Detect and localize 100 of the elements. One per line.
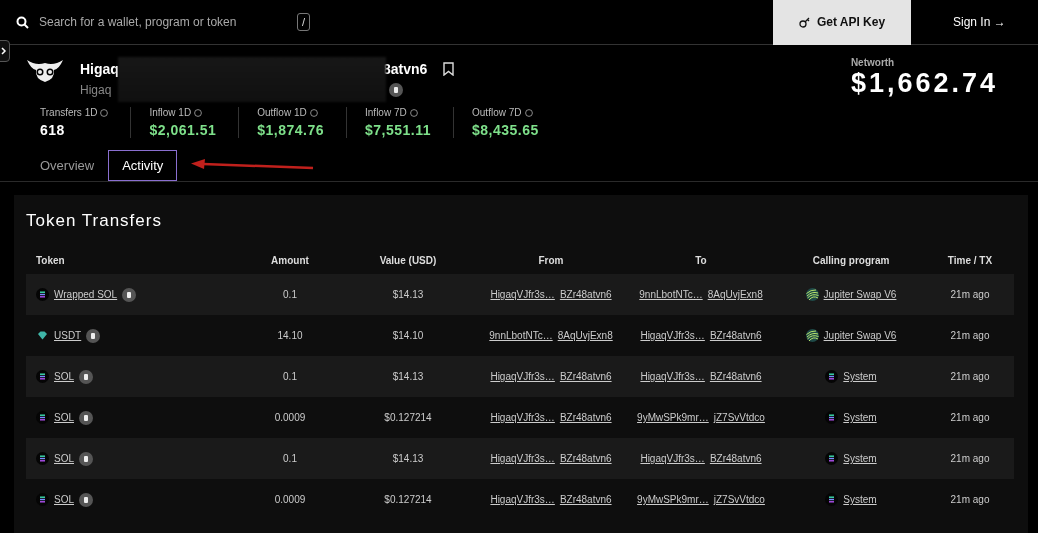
program-link[interactable]: Jupiter Swap V6 [823,289,897,300]
stat-value: 618 [40,122,66,138]
address-link[interactable]: 9yMwSPk9mr… [637,494,709,505]
token-link[interactable]: USDT [54,330,82,341]
address-link[interactable]: BZr48atvn6 [709,371,762,382]
address-link[interactable]: jZ7SvVtdco [713,494,765,505]
address-link[interactable]: 9nnLbotNTc… [639,289,703,300]
sidebar-toggle[interactable] [0,40,10,62]
owl-logo-icon [26,57,64,83]
help-icon[interactable] [409,108,418,117]
help-icon[interactable] [194,108,203,117]
stat-value: $7,551.11 [365,122,432,138]
copy-icon[interactable] [79,492,93,507]
chevron-icon [0,47,7,55]
program-link[interactable]: System [843,412,877,423]
address-link[interactable]: HigaqVJfr3s… [640,330,705,341]
copy-icon[interactable] [79,451,93,466]
key-icon [798,16,811,28]
token-link[interactable]: SOL [54,412,74,423]
networth-value: $1,662.74 [850,68,998,99]
table-cell: 21m ago [950,289,990,300]
address-link[interactable]: BZr48atvn6 [559,453,612,464]
table-cell: $14.13 [392,453,424,464]
account-name: Higaq [80,61,119,77]
table-cell: 21m ago [950,453,990,464]
address-link[interactable]: HigaqVJfr3s… [490,371,555,382]
bookmark-icon[interactable] [443,62,455,76]
table-cell: $14.13 [392,371,424,382]
column-header: To [694,255,708,268]
copy-icon[interactable] [389,83,404,97]
program-link[interactable]: Jupiter Swap V6 [823,330,897,341]
sol-coin-icon [825,411,839,424]
copy-icon[interactable] [79,410,93,425]
address-link[interactable]: HigaqVJfr3s… [640,453,705,464]
search-field[interactable]: Search for a wallet, program or token [37,14,281,30]
program-link[interactable]: System [843,494,877,505]
table-cell: $0.127214 [384,494,432,505]
column-header: Calling program [811,255,891,268]
address-link[interactable]: BZr48atvn6 [709,330,762,341]
shortcut-key: / [297,13,311,31]
sol-coin-icon [36,493,49,506]
address-link[interactable]: HigaqVJfr3s… [490,494,555,505]
address-link[interactable]: jZ7SvVtdco [713,412,765,423]
sol-coin-icon [36,411,49,424]
column-header: Value (USD) [378,255,438,268]
table-cell: 21m ago [950,412,990,423]
stat-value: $8,435.65 [472,122,539,138]
sol-coin-icon [36,452,49,465]
program-link[interactable]: System [843,453,877,464]
networth-label: Networth [850,57,896,68]
help-icon[interactable] [309,108,318,117]
table-cell: 0.0009 [274,412,306,423]
address-link[interactable]: 9yMwSPk9mr… [637,412,709,423]
token-link[interactable]: SOL [54,453,74,464]
sign-in-button[interactable]: Sign In → [947,14,1012,30]
sol-coin-icon [825,452,839,465]
tab[interactable]: Activity [108,150,178,181]
address-link[interactable]: 8AqUvjExn8 [557,330,613,341]
address-link[interactable]: HigaqVJfr3s… [490,289,555,300]
table-cell: $0.127214 [384,412,432,423]
table-cell: $14.13 [392,289,424,300]
sol-coin-icon [36,288,49,301]
address-link[interactable]: HigaqVJfr3s… [490,412,555,423]
table-cell: 21m ago [950,371,990,382]
address-link[interactable]: HigaqVJfr3s… [640,371,705,382]
help-icon[interactable] [524,108,533,117]
copy-icon[interactable] [86,328,101,343]
column-header: From [537,255,565,268]
sol-coin-icon [36,370,49,383]
program-link[interactable]: System [843,371,877,382]
get-api-key-button[interactable]: Get API Key [773,0,911,45]
stat-label: Inflow 1D [149,107,192,118]
token-link[interactable]: SOL [54,371,74,382]
address-link[interactable]: 8AqUvjExn8 [707,289,763,300]
address-link[interactable]: BZr48atvn6 [709,453,762,464]
address-link[interactable]: BZr48atvn6 [559,289,612,300]
table-cell: 21m ago [950,494,990,505]
address-link[interactable]: 9nnLbotNTc… [489,330,553,341]
account-address: Higaq [80,83,112,97]
table-cell: 21m ago [950,330,990,341]
sol-coin-icon [825,370,839,383]
token-link[interactable]: SOL [54,494,74,505]
stat-value: $2,061.51 [149,122,217,138]
account-name: 8atvn6 [382,61,428,77]
tab[interactable]: Overview [26,150,109,181]
address-link[interactable]: HigaqVJfr3s… [490,453,555,464]
table-cell: 0.1 [283,371,297,382]
copy-icon[interactable] [79,369,93,384]
address-link[interactable]: BZr48atvn6 [559,371,612,382]
copy-icon[interactable] [122,287,137,302]
table-cell: 0.0009 [274,494,306,505]
address-link[interactable]: BZr48atvn6 [559,412,612,423]
table-cell: 14.10 [277,330,303,341]
stat-label: Inflow 7D [365,107,407,118]
address-link[interactable]: BZr48atvn6 [559,494,612,505]
stat-label: Outflow 7D [472,107,522,118]
token-link[interactable]: Wrapped SOL [54,289,118,300]
column-header: Time / TX [946,255,994,268]
column-header: Token [35,255,66,268]
help-icon[interactable] [100,108,109,117]
